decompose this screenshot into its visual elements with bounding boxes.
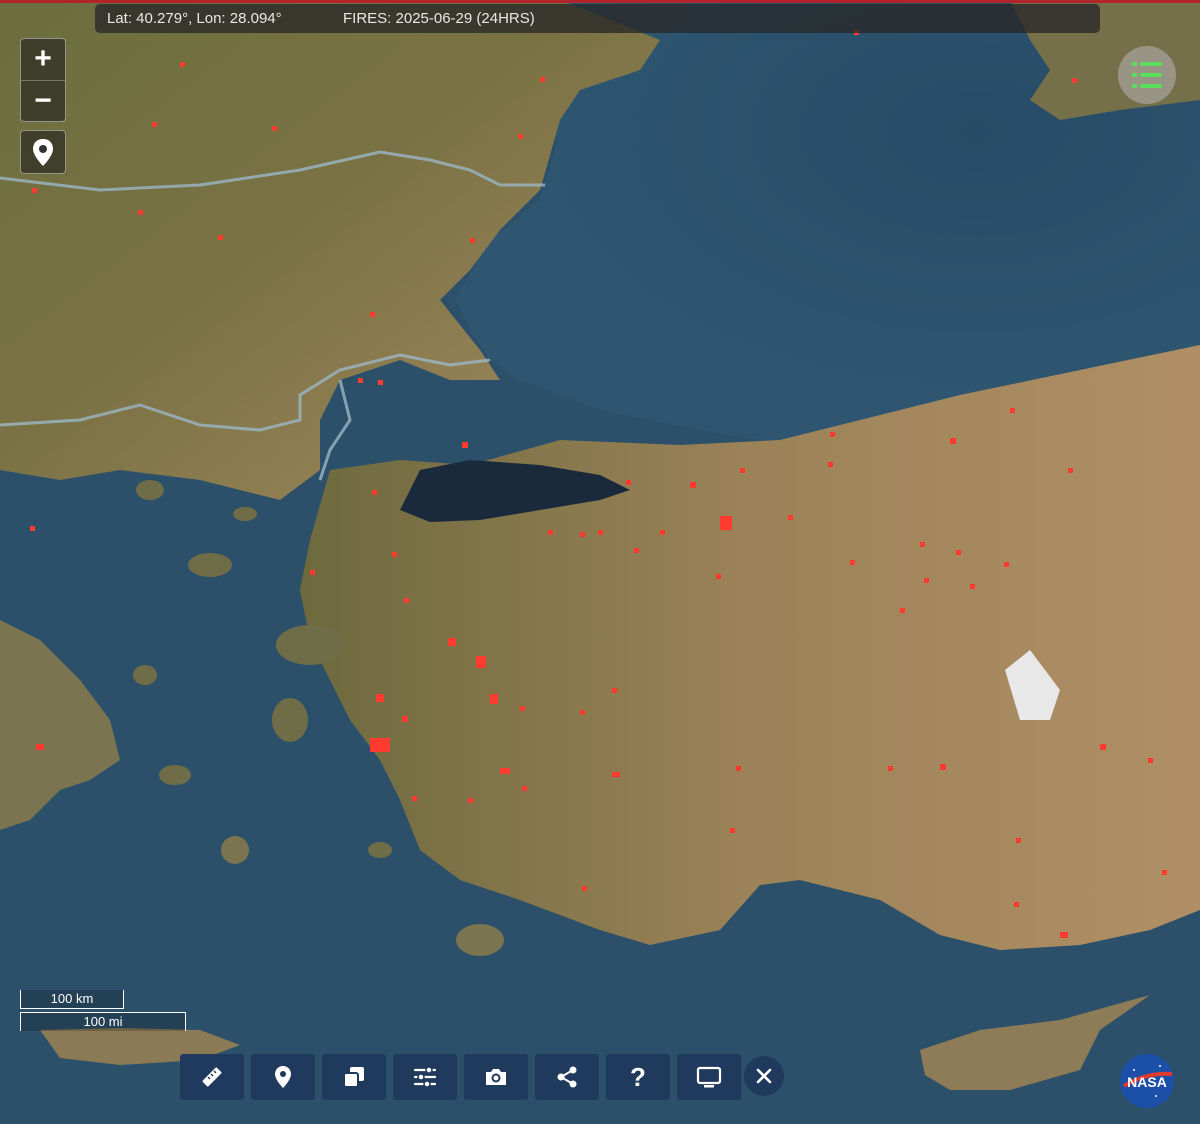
- close-toolbar-button[interactable]: [744, 1056, 784, 1096]
- map-pin-icon: [33, 139, 53, 166]
- compare-button[interactable]: [322, 1054, 386, 1100]
- camera-icon: [486, 1069, 506, 1085]
- top-accent-line: [0, 0, 1200, 3]
- zoom-control: + −: [20, 38, 66, 122]
- add-marker-button[interactable]: [251, 1054, 315, 1100]
- help-icon: ?: [630, 1061, 646, 1092]
- status-bar: Lat: 40.279°, Lon: 28.094° FIRES: 2025-0…: [95, 4, 1100, 33]
- zoom-out-button[interactable]: −: [21, 81, 65, 122]
- coordinate-readout: Lat: 40.279°, Lon: 28.094°: [107, 10, 282, 27]
- nasa-logo: NASA: [1118, 1052, 1176, 1110]
- presentation-button[interactable]: [677, 1054, 741, 1100]
- fires-date-label: FIRES: 2025-06-29 (24HRS): [343, 10, 535, 27]
- layers-menu-button[interactable]: [1118, 46, 1176, 104]
- satellite-map[interactable]: [0, 0, 1200, 1124]
- share-button[interactable]: [535, 1054, 599, 1100]
- close-icon: [756, 1068, 772, 1084]
- copy-icon: [343, 1067, 364, 1088]
- monitor-icon: [696, 1066, 722, 1088]
- ruler-icon: [202, 1067, 222, 1087]
- scale-km: 100 km: [20, 990, 124, 1009]
- scale-mi: 100 mi: [20, 1012, 186, 1031]
- nasa-logo-text: NASA: [1127, 1074, 1167, 1090]
- zoom-in-button[interactable]: +: [21, 39, 65, 81]
- sliders-icon: [413, 1066, 437, 1088]
- measure-button[interactable]: [180, 1054, 244, 1100]
- list-icon: [1132, 62, 1162, 88]
- map-pin-icon: [275, 1066, 291, 1088]
- snapshot-button[interactable]: [464, 1054, 528, 1100]
- settings-button[interactable]: [393, 1054, 457, 1100]
- help-button[interactable]: ?: [606, 1054, 670, 1100]
- share-icon: [557, 1066, 577, 1088]
- locate-button[interactable]: [20, 130, 66, 174]
